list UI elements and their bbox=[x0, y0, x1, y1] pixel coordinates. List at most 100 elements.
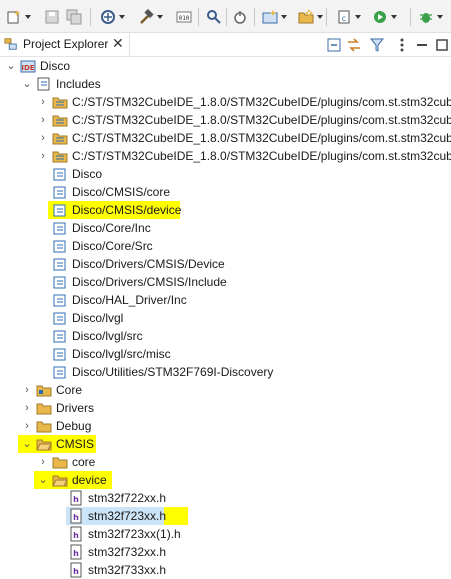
tree-item-label: stm32f732xx.h bbox=[88, 545, 167, 559]
include-dir-icon bbox=[53, 258, 66, 271]
svg-text:IDE: IDE bbox=[21, 64, 34, 72]
close-icon[interactable]: ✕ bbox=[112, 35, 124, 52]
open-folder-button[interactable] bbox=[298, 8, 323, 26]
tree-item-label: stm32f723xx.h bbox=[88, 509, 167, 523]
new-file-button[interactable]: c bbox=[336, 8, 361, 26]
svg-text:h: h bbox=[73, 549, 79, 558]
tree-item-include-folder[interactable]: Disco/CMSIS/core bbox=[0, 183, 451, 201]
tree-item-include-folder[interactable]: Disco/lvgl/src bbox=[0, 327, 451, 345]
tab-title: Project Explorer bbox=[23, 37, 109, 51]
chevron-right-icon[interactable]: › bbox=[22, 402, 32, 414]
search-button[interactable] bbox=[206, 8, 222, 26]
include-dir-icon bbox=[53, 204, 66, 217]
tree-item-label: Disco/CMSIS/device bbox=[72, 203, 182, 217]
tree-item-folder-debug[interactable]: › Debug bbox=[0, 417, 451, 435]
tree-item-include-folder[interactable]: Disco/Drivers/CMSIS/Device bbox=[0, 255, 451, 273]
include-folder-icon bbox=[52, 151, 68, 163]
save-all-button[interactable] bbox=[66, 8, 82, 26]
tree-item-include-folder[interactable]: Disco/Utilities/STM32F769I-Discovery bbox=[0, 363, 451, 381]
main-toolbar: 010 c bbox=[0, 0, 451, 33]
tree-item-folder-drivers[interactable]: › Drivers bbox=[0, 399, 451, 417]
tree-item-include-folder[interactable]: Disco/HAL_Driver/Inc bbox=[0, 291, 451, 309]
tree-item-file[interactable]: h stm32f723xx(1).h bbox=[0, 525, 451, 543]
tree-item-include-folder[interactable]: Disco/lvgl bbox=[0, 309, 451, 327]
tree-item-include-folder[interactable]: Disco/Drivers/CMSIS/Include bbox=[0, 273, 451, 291]
tree-item-include-path[interactable]: › C:/ST/STM32CubeIDE_1.8.0/STM32CubeIDE/… bbox=[0, 93, 451, 111]
link-editor-icon[interactable] bbox=[346, 37, 362, 53]
new-button[interactable] bbox=[6, 8, 31, 26]
tree-item-file[interactable]: h stm32f733xx.h bbox=[0, 561, 451, 579]
header-file-icon: h bbox=[70, 508, 82, 524]
tree-item-label: stm32f722xx.h bbox=[88, 491, 167, 505]
build-button[interactable] bbox=[138, 8, 163, 26]
tree-item-folder-cmsis[interactable]: ⌄ CMSIS bbox=[0, 435, 451, 453]
collapse-all-icon[interactable] bbox=[326, 37, 342, 53]
tree-item-folder-cmsis-core[interactable]: › core bbox=[0, 453, 451, 471]
view-menu-icon[interactable] bbox=[394, 37, 410, 53]
chevron-down-icon[interactable]: ⌄ bbox=[22, 78, 32, 90]
folder-icon bbox=[36, 421, 52, 433]
chevron-right-icon[interactable]: › bbox=[38, 456, 48, 468]
tree-item-folder-cmsis-device[interactable]: ⌄ device bbox=[0, 471, 451, 489]
tree-item-include-folder[interactable]: Disco/Core/Src bbox=[0, 237, 451, 255]
tree-item-include-folder-highlighted[interactable]: Disco/CMSIS/device bbox=[0, 201, 451, 219]
bug-button[interactable] bbox=[418, 8, 443, 26]
tree-item-include-path[interactable]: › C:/ST/STM32CubeIDE_1.8.0/STM32CubeIDE/… bbox=[0, 111, 451, 129]
project-tree: ⌄ IDE Disco ⌄ Includes › C:/ST/STM32Cube… bbox=[0, 57, 451, 579]
tree-item-include-folder[interactable]: Disco/Core/Inc bbox=[0, 219, 451, 237]
chevron-right-icon[interactable]: › bbox=[38, 114, 48, 126]
chevron-right-icon[interactable]: › bbox=[38, 132, 48, 144]
tree-item-label: Disco/Drivers/CMSIS/Include bbox=[72, 275, 227, 289]
save-button[interactable] bbox=[44, 8, 60, 26]
tree-item-label: Disco/CMSIS/core bbox=[72, 185, 171, 199]
header-file-icon: h bbox=[70, 526, 82, 542]
chevron-right-icon[interactable]: › bbox=[38, 96, 48, 108]
include-dir-icon bbox=[53, 240, 66, 253]
tree-item-label: stm32f723xx(1).h bbox=[88, 527, 181, 541]
chevron-right-icon[interactable]: › bbox=[38, 150, 48, 162]
tree-item-includes[interactable]: ⌄ Includes bbox=[0, 75, 451, 93]
tab-project-explorer[interactable]: Project Explorer ✕ bbox=[0, 33, 130, 56]
folder-icon bbox=[36, 403, 52, 415]
tree-item-label: C:/ST/STM32CubeIDE_1.8.0/STM32CubeIDE/pl… bbox=[72, 95, 451, 109]
binary-button[interactable]: 010 bbox=[176, 8, 192, 26]
tree-item-label: core bbox=[72, 455, 96, 469]
chevron-right-icon[interactable]: › bbox=[22, 420, 32, 432]
tree-item-project[interactable]: ⌄ IDE Disco bbox=[0, 57, 451, 75]
tree-item-include-path[interactable]: › C:/ST/STM32CubeIDE_1.8.0/STM32CubeIDE/… bbox=[0, 129, 451, 147]
debug-button[interactable] bbox=[100, 8, 125, 26]
include-folder-icon bbox=[52, 133, 68, 145]
tree-item-label: C:/ST/STM32CubeIDE_1.8.0/STM32CubeIDE/pl… bbox=[72, 113, 451, 127]
run-green-button[interactable] bbox=[372, 8, 397, 26]
tree-item-folder-core[interactable]: › Core bbox=[0, 381, 451, 399]
tree-item-include-folder[interactable]: Disco bbox=[0, 165, 451, 183]
tree-item-label: Disco/lvgl/src/misc bbox=[72, 347, 171, 361]
tree-item-include-folder[interactable]: Disco/lvgl/src/misc bbox=[0, 345, 451, 363]
new-project-button[interactable] bbox=[262, 8, 287, 26]
tree-item-file[interactable]: h stm32f722xx.h bbox=[0, 489, 451, 507]
include-dir-icon bbox=[53, 168, 66, 181]
run-button[interactable] bbox=[232, 8, 248, 26]
save-icon bbox=[45, 10, 59, 24]
tree-item-file-selected[interactable]: h stm32f723xx.h bbox=[0, 507, 451, 525]
tree-item-label: Disco/Core/Src bbox=[72, 239, 153, 253]
maximize-icon[interactable] bbox=[434, 37, 450, 53]
minimize-icon[interactable] bbox=[414, 37, 430, 53]
svg-text:h: h bbox=[73, 567, 79, 576]
tree-item-label: Includes bbox=[56, 77, 101, 91]
filter-icon[interactable] bbox=[369, 37, 385, 53]
highlight-marker bbox=[164, 507, 188, 525]
open-folder-icon bbox=[298, 9, 314, 24]
tree-item-label: C:/ST/STM32CubeIDE_1.8.0/STM32CubeIDE/pl… bbox=[72, 131, 451, 145]
search-icon bbox=[207, 10, 221, 24]
include-dir-icon bbox=[53, 294, 66, 307]
chevron-down-icon[interactable]: ⌄ bbox=[22, 438, 32, 450]
tree-item-label: Drivers bbox=[56, 401, 94, 415]
tree-item-file[interactable]: h stm32f732xx.h bbox=[0, 543, 451, 561]
chevron-down-icon[interactable]: ⌄ bbox=[38, 474, 48, 486]
chevron-down-icon[interactable]: ⌄ bbox=[6, 60, 16, 72]
project-icon: IDE bbox=[20, 60, 36, 73]
tree-item-label: Disco/Drivers/CMSIS/Device bbox=[72, 257, 225, 271]
tree-item-include-path[interactable]: › C:/ST/STM32CubeIDE_1.8.0/STM32CubeIDE/… bbox=[0, 147, 451, 165]
chevron-right-icon[interactable]: › bbox=[22, 384, 32, 396]
